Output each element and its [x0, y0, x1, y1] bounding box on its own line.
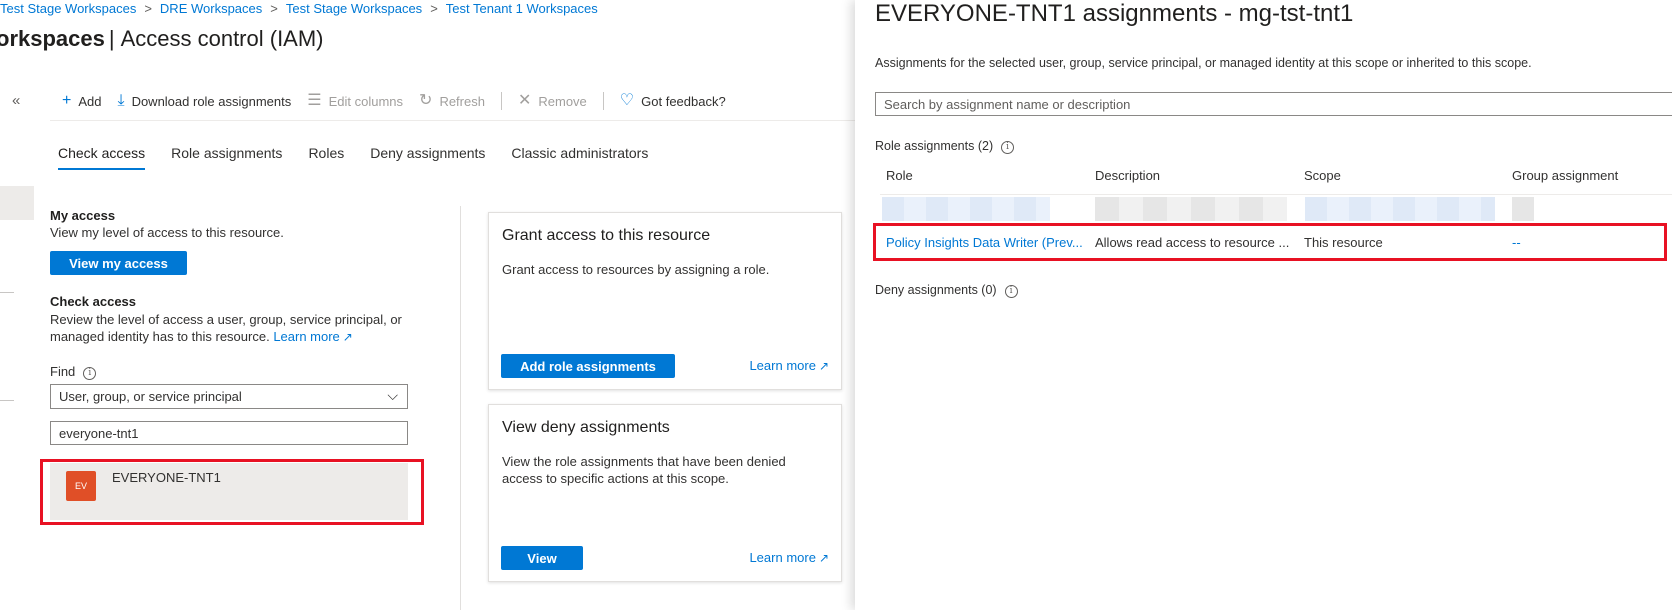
panel-title: EVERYONE-TNT1 assignments - mg-tst-tnt1 — [875, 0, 1354, 27]
redacted-cell — [1305, 197, 1495, 221]
deny-learn-more-link[interactable]: Learn more ↗ — [749, 550, 829, 565]
breadcrumb-separator: > — [144, 1, 152, 16]
column-header-role[interactable]: Role — [886, 168, 913, 183]
learn-more-label: Learn more — [273, 329, 340, 344]
info-icon[interactable]: i — [1004, 285, 1018, 298]
redacted-cell — [882, 197, 1050, 221]
redacted-cell — [1512, 197, 1534, 221]
download-role-assignments-button[interactable]: ⤓ Download role assignments — [117, 93, 291, 109]
find-label: Find i — [50, 364, 97, 380]
info-icon[interactable]: i — [1001, 141, 1015, 154]
tab-roles[interactable]: Roles — [308, 145, 344, 170]
external-link-icon: ↗ — [818, 551, 829, 565]
chevron-down-icon: ⌵ — [387, 387, 398, 403]
grant-learn-more-label: Learn more — [749, 358, 816, 373]
deny-assignments-label: Deny assignments (0) i — [875, 283, 1018, 298]
feedback-label: Got feedback? — [641, 93, 726, 109]
breadcrumb-separator: > — [270, 1, 278, 16]
edit-columns-button[interactable]: ☰ Edit columns — [307, 93, 403, 109]
breadcrumb-item[interactable]: DRE Workspaces — [160, 1, 262, 16]
feedback-button[interactable]: ♡ Got feedback? — [620, 93, 726, 109]
breadcrumb-separator: > — [430, 1, 438, 16]
columns-icon: ☰ — [307, 92, 322, 109]
download-icon: ⤓ — [117, 92, 125, 109]
close-icon: ✕ — [517, 92, 532, 109]
highlight-box — [40, 459, 424, 525]
refresh-button[interactable]: ↻ Refresh — [419, 93, 485, 109]
page-title-divider: | — [108, 26, 115, 51]
add-label: Add — [78, 93, 102, 109]
nav-divider — [0, 400, 14, 401]
deny-card-title: View deny assignments — [502, 419, 670, 436]
grant-card-description: Grant access to resources by assigning a… — [502, 262, 770, 277]
heart-icon: ♡ — [619, 92, 635, 109]
my-access-heading: My access — [50, 208, 116, 223]
check-access-description: Review the level of access a user, group… — [50, 311, 410, 346]
grant-access-card: Grant access to this resource Grant acce… — [488, 212, 842, 390]
breadcrumb: Test Stage Workspaces > DRE Workspaces > Tes… — [0, 1, 598, 16]
panel-description: Assignments for the selected user, group… — [875, 56, 1532, 70]
grant-card-title: Grant access to this resource — [502, 227, 711, 244]
grant-learn-more-link[interactable]: Learn more ↗ — [749, 358, 829, 373]
view-my-access-button[interactable]: View my access — [50, 251, 187, 275]
learn-more-link[interactable]: Learn more ↗ — [273, 329, 353, 344]
tab-deny-assignments[interactable]: Deny assignments — [370, 145, 485, 170]
deny-assignments-count: Deny assignments (0) — [875, 283, 997, 297]
highlight-box — [873, 223, 1667, 261]
header-divider — [880, 194, 1672, 195]
page-title: orkspaces | Access control (IAM) — [0, 26, 324, 52]
my-access-description: View my level of access to this resource… — [50, 225, 284, 240]
breadcrumb-item[interactable]: Test Tenant 1 Workspaces — [446, 1, 598, 16]
command-bar-divider — [50, 120, 855, 121]
deny-card-description: View the role assignments that have been… — [502, 454, 786, 486]
column-header-scope[interactable]: Scope — [1304, 168, 1341, 183]
refresh-icon: ↻ — [419, 92, 433, 109]
deny-learn-more-label: Learn more — [749, 550, 816, 565]
plus-icon: + — [62, 92, 72, 109]
redacted-cell — [1095, 197, 1287, 221]
collapse-menu-button[interactable]: « — [12, 92, 20, 109]
page-title-section: Access control (IAM) — [120, 26, 324, 51]
download-label: Download role assignments — [131, 93, 292, 109]
external-link-icon: ↗ — [342, 330, 353, 344]
iam-blade: Test Stage Workspaces > DRE Workspaces > Tes… — [0, 0, 855, 610]
assignment-search-input[interactable]: Search by assignment name or description — [875, 92, 1672, 116]
page-title-resource: orkspaces — [0, 26, 105, 51]
assignments-panel: EVERYONE-TNT1 assignments - mg-tst-tnt1 … — [855, 0, 1672, 610]
tab-role-assignments[interactable]: Role assignments — [171, 145, 282, 170]
remove-button[interactable]: ✕ Remove — [518, 93, 587, 109]
column-header-group-assignment[interactable]: Group assignment — [1512, 168, 1618, 183]
find-label-text: Find — [50, 364, 76, 379]
principal-search-input[interactable]: everyone-tnt1 — [50, 421, 408, 445]
info-icon[interactable]: i — [83, 367, 97, 380]
column-header-description[interactable]: Description — [1095, 168, 1160, 183]
tab-check-access[interactable]: Check access — [58, 145, 146, 170]
selected-nav-item[interactable] — [0, 186, 34, 220]
command-bar: + Add ⤓ Download role assignments ☰ Edit… — [62, 92, 742, 110]
role-assignments-count: Role assignments (2) — [875, 139, 994, 153]
view-deny-button[interactable]: View — [501, 546, 583, 570]
principal-type-select[interactable]: User, group, or service principal ⌵ — [50, 384, 408, 409]
breadcrumb-item[interactable]: Test Stage Workspaces — [286, 1, 422, 16]
principal-type-value: User, group, or service principal — [59, 389, 242, 404]
refresh-label: Refresh — [439, 93, 485, 109]
nav-divider — [0, 292, 14, 293]
toolbar-divider — [602, 92, 604, 110]
add-role-assignments-button[interactable]: Add role assignments — [501, 354, 675, 378]
breadcrumb-item[interactable]: Test Stage Workspaces — [0, 1, 136, 16]
check-access-heading: Check access — [50, 294, 137, 309]
view-deny-assignments-card: View deny assignments View the role assi… — [488, 404, 842, 582]
external-link-icon: ↗ — [818, 359, 829, 373]
add-button[interactable]: + Add — [62, 93, 101, 109]
tab-list: Check access Role assignments Roles Deny… — [58, 145, 674, 170]
edit-columns-label: Edit columns — [328, 93, 404, 109]
toolbar-divider — [500, 92, 502, 110]
remove-label: Remove — [538, 93, 587, 109]
tab-classic-administrators[interactable]: Classic administrators — [511, 145, 648, 170]
column-divider — [460, 206, 461, 610]
role-assignments-label: Role assignments (2) i — [875, 139, 1015, 154]
